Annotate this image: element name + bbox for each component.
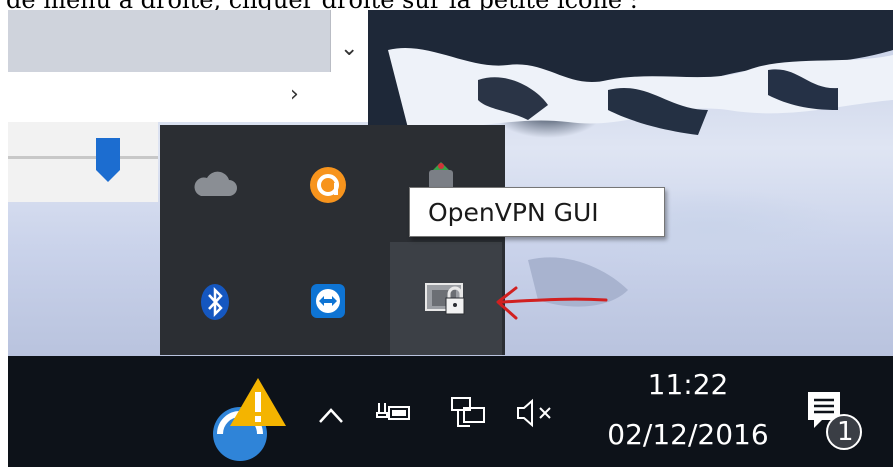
teamviewer-icon[interactable] — [305, 278, 351, 324]
notification-count-badge: 1 — [837, 417, 854, 447]
window-panel-inner — [8, 10, 331, 72]
volume-muted-icon[interactable] — [512, 396, 560, 430]
avast-icon[interactable] — [305, 162, 351, 208]
red-arrow-annotation — [496, 286, 608, 320]
tray-overflow-popup — [160, 125, 505, 355]
network-icon[interactable] — [448, 394, 488, 432]
clock-date[interactable]: 02/12/2016 — [588, 418, 788, 451]
clock-time[interactable]: 11:22 — [598, 368, 778, 401]
chevron-up-icon[interactable] — [314, 398, 348, 432]
network-warning-icon[interactable] — [206, 374, 286, 464]
slider-thumb[interactable] — [94, 136, 122, 184]
window-panel: ⌄ › — [8, 10, 368, 122]
onedrive-icon[interactable] — [190, 165, 240, 205]
chevron-right-icon[interactable]: › — [290, 82, 299, 107]
tooltip: OpenVPN GUI — [409, 187, 665, 237]
slider-track[interactable] — [8, 156, 158, 159]
battery-icon[interactable] — [374, 396, 414, 430]
chevron-down-icon[interactable]: ⌄ — [340, 36, 358, 61]
action-center-icon[interactable]: 1 — [804, 384, 864, 454]
volume-slider-panel — [8, 122, 158, 202]
bluetooth-icon[interactable] — [195, 280, 235, 324]
openvpn-icon[interactable] — [418, 275, 474, 325]
taskbar: 11:22 02/12/2016 1 — [8, 356, 893, 467]
